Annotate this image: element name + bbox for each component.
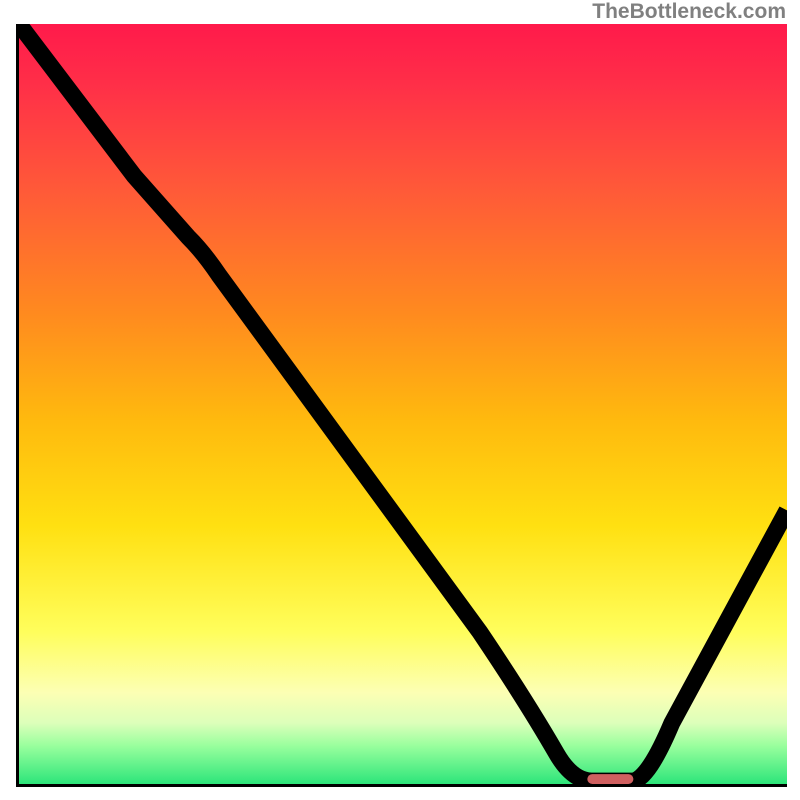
watermark-label: TheBottleneck.com — [592, 0, 786, 24]
bottleneck-curve — [19, 24, 787, 781]
optimal-marker — [587, 774, 633, 784]
chart-svg — [19, 24, 787, 784]
chart-plot-area — [16, 24, 787, 787]
